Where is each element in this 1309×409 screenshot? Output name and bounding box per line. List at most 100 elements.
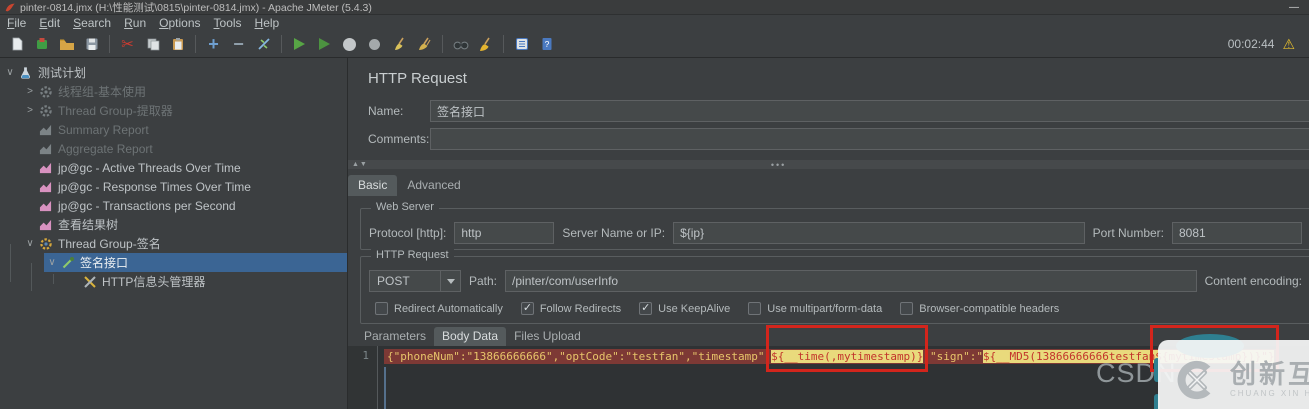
checkbox-redirect-automatically[interactable]: Redirect Automatically [375,302,503,315]
tree-item-label: HTTP信息头管理器 [102,275,206,289]
name-label: Name: [368,104,404,118]
chevron-down-icon[interactable]: ∨ [44,257,60,268]
body-tabs: Parameters Body Data Files Upload [356,326,589,346]
search-icon[interactable] [448,33,473,56]
splitter-collapse-icon[interactable]: ▲▼ [348,161,368,168]
shutdown-icon[interactable] [362,33,387,56]
dropdown-arrow-icon[interactable] [440,271,460,291]
server-name-input[interactable] [673,222,1085,244]
path-input[interactable] [505,270,1197,292]
open-folder-icon[interactable] [54,33,79,56]
tree-item-summary-report[interactable]: > Summary Report [0,120,347,139]
cut-icon[interactable]: ✂ [115,33,140,56]
toolbar-status: 00:02:44 ⚠ [1228,37,1309,51]
tree-item-sign-api[interactable]: ∨ 签名接口 [0,253,347,272]
comments-label: Comments: [368,132,430,146]
tree-item-thread-group-sign[interactable]: ∨ Thread Group-签名 [0,234,347,253]
tab-basic[interactable]: Basic [348,175,398,196]
tree-item-label: 签名接口 [80,256,129,270]
comments-input[interactable] [430,128,1309,150]
tree-item-thread-group-basic[interactable]: > 线程组-基本使用 [0,82,347,101]
search-reset-icon[interactable] [473,33,498,56]
line-number-gutter: 1 [348,346,378,409]
templates-icon[interactable] [29,33,54,56]
paste-icon[interactable] [165,33,190,56]
menu-options[interactable]: Options [159,16,200,30]
tab-body-data[interactable]: Body Data [434,327,507,346]
tree-indent-guide [53,274,54,284]
tree-item-label: Summary Report [58,122,149,137]
chevron-right-icon[interactable]: > [22,86,38,97]
tree-item-response-times-over-time[interactable]: > jp@gc - Response Times Over Time [0,177,347,196]
http-request-legend: HTTP Request [371,249,454,261]
tree-item-test-plan[interactable]: ∨ 测试计划 [0,63,347,82]
minimize-button[interactable]: — [1283,2,1305,13]
tree-item-aggregate-report[interactable]: > Aggregate Report [0,139,347,158]
new-file-icon[interactable] [4,33,29,56]
header-manager-tools-icon [82,275,97,289]
editor-caret [384,367,386,409]
checkbox-use-keepalive[interactable]: Use KeepAlive [639,301,730,315]
tree-item-active-threads-over-time[interactable]: > jp@gc - Active Threads Over Time [0,158,347,177]
toggle-icon[interactable] [251,33,276,56]
help-icon[interactable]: ? [534,33,559,56]
checkbox-follow-redirects[interactable]: Follow Redirects [520,301,621,315]
menu-file[interactable]: File [7,16,26,30]
report-chart-icon [38,218,53,232]
warning-icon[interactable]: ⚠ [1282,37,1295,51]
stop-icon[interactable] [337,33,362,56]
content-encoding-label: Content encoding: [1204,274,1302,288]
checkbox-icon[interactable] [375,302,388,315]
tree-item-label: jp@gc - Active Threads Over Time [58,160,241,175]
start-no-pauses-icon[interactable] [312,33,337,56]
method-select[interactable]: POST [369,270,461,292]
menu-bar: File Edit Search Run Options Tools Help [0,14,1309,31]
tree-item-label: 线程组-基本使用 [58,85,146,99]
chevron-right-icon[interactable]: > [22,105,38,116]
web-server-group: Web Server Protocol [http]: Server Name … [360,201,1309,250]
window-titlebar: pinter-0814.jmx (H:\性能测试\0815\pinter-081… [0,0,1309,14]
menu-tools[interactable]: Tools [214,16,242,30]
body-segment: ,"sign":" [923,350,984,363]
report-chart-icon [38,142,53,156]
checkbox-use-multipart[interactable]: Use multipart/form-data [748,302,882,315]
body-segment: {"phoneNum":"13866666666","optCode":"tes… [387,350,772,363]
remove-icon[interactable]: − [226,33,251,56]
menu-help[interactable]: Help [255,16,280,30]
tree-item-view-results-tree[interactable]: > 查看结果树 [0,215,347,234]
toolbar: ✂ + − ? 00:02:44 ⚠ [0,31,1309,58]
checkbox-check-icon[interactable] [639,301,653,315]
checkbox-check-icon[interactable] [520,301,534,315]
thread-group-gear-icon [38,85,53,99]
checkbox-browser-compatible-headers[interactable]: Browser-compatible headers [900,302,1059,315]
protocol-input[interactable] [454,222,555,244]
checkbox-icon[interactable] [900,302,914,315]
report-chart-icon [38,199,53,213]
tab-files-upload[interactable]: Files Upload [506,327,589,346]
add-icon[interactable]: + [201,33,226,56]
tree-item-transactions-per-second[interactable]: > jp@gc - Transactions per Second [0,196,347,215]
name-input[interactable] [430,100,1309,122]
toolbar-separator [442,35,443,53]
start-icon[interactable] [287,33,312,56]
tree-item-thread-group-extractor[interactable]: > Thread Group-提取器 [0,101,347,120]
toolbar-separator [503,35,504,53]
clear-icon[interactable] [387,33,412,56]
clear-all-icon[interactable] [412,33,437,56]
chevron-down-icon[interactable]: ∨ [22,238,38,249]
elapsed-timer: 00:02:44 [1227,37,1275,51]
menu-edit[interactable]: Edit [39,16,60,30]
panel-splitter[interactable]: ▲▼ ••• [348,160,1309,170]
chevron-down-icon[interactable]: ∨ [2,67,18,78]
splitter-grip-icon[interactable]: ••• [771,160,786,170]
copy-icon[interactable] [140,33,165,56]
checkbox-icon[interactable] [748,302,762,315]
tab-parameters[interactable]: Parameters [356,327,434,346]
brand-logo-icon [1177,360,1211,400]
menu-run[interactable]: Run [124,16,146,30]
save-icon[interactable] [79,33,104,56]
port-number-input[interactable] [1172,222,1302,244]
function-helper-icon[interactable] [509,33,534,56]
menu-search[interactable]: Search [73,16,111,30]
tab-advanced[interactable]: Advanced [397,175,470,196]
